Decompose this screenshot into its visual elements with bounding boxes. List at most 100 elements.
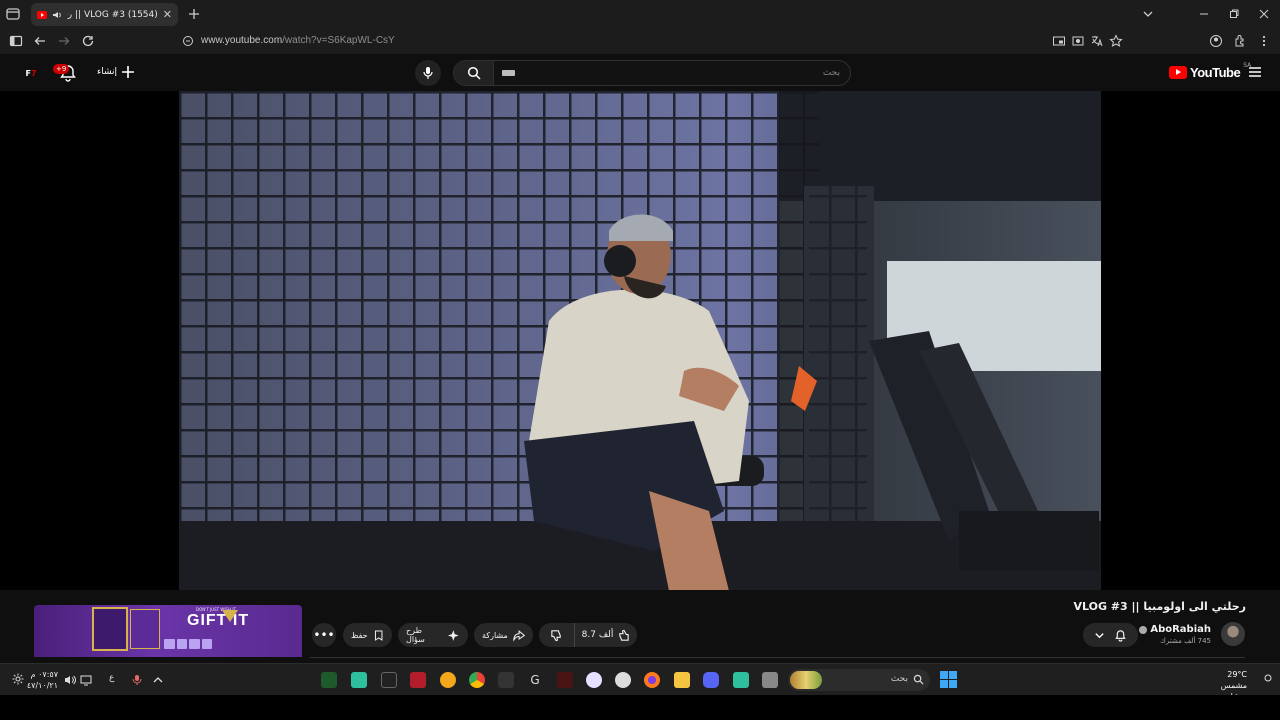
volume-icon[interactable] [64, 674, 76, 686]
video-player[interactable] [179, 91, 1101, 590]
logo-text: YouTube [1190, 65, 1241, 80]
tab-search-icon[interactable] [5, 6, 21, 22]
product-box-image [130, 609, 160, 649]
browser-toolbar: www.youtube.com/watch?v=S6KapWL-CsY [0, 29, 1280, 54]
youtube-play-icon [1169, 66, 1187, 79]
input-language[interactable]: ع [109, 673, 121, 685]
microphone-icon [423, 67, 433, 79]
windows-start-icon[interactable] [940, 671, 957, 688]
address-bar[interactable]: www.youtube.com/watch?v=S6KapWL-CsY [176, 31, 1130, 52]
screenshot-icon[interactable] [1071, 34, 1085, 48]
capcut-icon[interactable] [381, 672, 397, 688]
profile-icon[interactable] [1209, 34, 1223, 48]
channel-name: AboRabiah [1150, 624, 1211, 635]
translate-icon[interactable] [1090, 34, 1104, 48]
video-frame [179, 91, 1101, 590]
bookmark-star-icon[interactable] [1109, 34, 1123, 48]
audio-playing-icon[interactable] [52, 10, 62, 20]
reload-icon[interactable] [81, 34, 95, 48]
search-bar [453, 60, 851, 86]
netflix-app-icon[interactable] [410, 672, 426, 688]
firefox-icon[interactable] [644, 672, 660, 688]
youtube-header: F7 إنشاء YouTube SA [0, 54, 1280, 91]
search-input[interactable] [520, 65, 840, 81]
voice-search-button[interactable] [415, 60, 441, 86]
sun-icon [1264, 674, 1272, 682]
like-count: 8.7 ألف [581, 630, 614, 640]
like-button[interactable]: 8.7 ألف [575, 629, 637, 642]
save-button[interactable]: حفظ [343, 623, 392, 647]
more-actions-button[interactable]: ••• [312, 623, 336, 647]
youtube-logo[interactable]: YouTube SA [1169, 62, 1251, 80]
like-dislike-group: 8.7 ألف [539, 623, 637, 647]
search-icon [467, 66, 481, 80]
chevron-down-icon [1095, 632, 1104, 638]
bookmark-icon [374, 630, 383, 641]
chevron-up-icon[interactable] [152, 674, 164, 686]
app-icon[interactable] [498, 672, 514, 688]
tab-title: (1554) VLOG #3 || رحلتي الى اولومبيا [67, 9, 158, 20]
new-tab-icon[interactable] [186, 6, 202, 22]
browser-tab-active[interactable]: (1554) VLOG #3 || رحلتي الى اولومبيا ✕ [31, 3, 178, 26]
menu-dots-icon[interactable] [1257, 34, 1271, 48]
app-icon[interactable]: G [527, 672, 543, 688]
app-icon[interactable] [615, 672, 631, 688]
clock-time: ٠٧:٥٧ م [30, 670, 58, 679]
extensions-icon[interactable] [1233, 34, 1247, 48]
video-title: رحلتي الى اولومبيا || VLOG #3 [1073, 600, 1246, 613]
minimize-icon[interactable] [1196, 6, 1212, 22]
thumbs-down-icon [551, 629, 561, 641]
create-label: إنشاء [97, 67, 118, 77]
site-info-icon[interactable] [182, 35, 194, 47]
microphone-in-use-icon[interactable] [131, 674, 143, 686]
channel-avatar[interactable] [1221, 622, 1245, 646]
tab-dropdown-icon[interactable] [1140, 6, 1156, 22]
create-button[interactable]: إنشاء [97, 65, 135, 79]
share-icon [513, 629, 525, 642]
save-label: حفظ [351, 630, 368, 640]
close-window-icon[interactable] [1256, 6, 1272, 22]
app-icon[interactable] [440, 672, 456, 688]
restore-icon[interactable] [1226, 6, 1242, 22]
dislike-button[interactable] [539, 623, 575, 647]
chrome-icon[interactable] [469, 672, 485, 688]
task-view-icon[interactable] [762, 672, 778, 688]
back-icon[interactable] [33, 34, 47, 48]
network-icon[interactable] [80, 674, 92, 686]
notification-count-badge: +9 [53, 64, 70, 74]
keyboard-icon[interactable] [502, 70, 515, 76]
close-tab-icon[interactable]: ✕ [163, 8, 172, 21]
description-panel-edge [310, 657, 1245, 662]
notifications-bell-icon [1115, 629, 1126, 642]
promo-banner-ad[interactable]: DON'T JUST WISH IT GIFT IT [34, 605, 302, 657]
search-button[interactable] [454, 61, 494, 85]
screen-bottom-bar [0, 695, 1280, 720]
app-icon[interactable] [586, 672, 602, 688]
guide-menu-icon[interactable] [1248, 66, 1262, 78]
taskbar-search[interactable]: بحث [788, 669, 930, 691]
taskbar-search-label: بحث [890, 674, 908, 684]
ask-button[interactable]: طرح سؤال [398, 623, 468, 647]
app-icon[interactable] [351, 672, 367, 688]
app-icon[interactable] [733, 672, 749, 688]
settings-gear-icon[interactable] [12, 673, 24, 685]
share-button[interactable]: مشاركة [474, 623, 533, 647]
picture-in-picture-icon[interactable] [1052, 34, 1066, 48]
subscribed-notifications-button[interactable] [1083, 623, 1138, 647]
verified-icon [1139, 625, 1148, 634]
discord-icon[interactable] [703, 672, 719, 688]
account-avatar[interactable]: F7 [21, 64, 41, 82]
channel-name-link[interactable]: AboRabiah [1139, 624, 1211, 635]
adobe-app-icon[interactable] [557, 672, 573, 688]
taskbar-clock[interactable]: ٠٧:٥٧ م ٤٧/١٠/٢١ [26, 669, 58, 691]
nvidia-app-icon[interactable] [321, 672, 337, 688]
youtube-favicon-icon [37, 10, 47, 19]
sidebar-toggle-icon[interactable] [9, 34, 23, 48]
url-text: www.youtube.com/watch?v=S6KapWL-CsY [201, 35, 395, 46]
video-letterbox-left [0, 91, 179, 590]
ad-product-row [164, 639, 212, 649]
file-explorer-icon[interactable] [674, 672, 690, 688]
plus-icon [122, 66, 135, 78]
forward-icon[interactable] [57, 34, 71, 48]
video-letterbox-right [1101, 91, 1280, 590]
